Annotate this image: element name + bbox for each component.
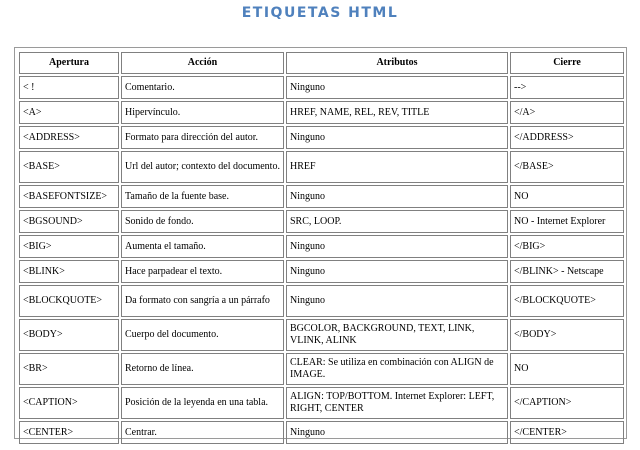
cell-cierre: </BIG> (510, 235, 624, 258)
cell-apertura: <CENTER> (19, 421, 119, 444)
cell-cierre: </ADDRESS> (510, 126, 624, 149)
cell-cierre: NO - Internet Explorer (510, 210, 624, 233)
cell-accion: Tamaño de la fuente base. (121, 185, 284, 208)
cell-atributos: ALIGN: TOP/BOTTOM. Internet Explorer: LE… (286, 387, 508, 419)
cell-cierre: --> (510, 76, 624, 99)
table-row: <CAPTION> Posición de la leyenda en una … (19, 387, 624, 419)
cell-cierre: </A> (510, 101, 624, 124)
cell-apertura: <BLOCKQUOTE> (19, 285, 119, 317)
cell-atributos: Ninguno (286, 235, 508, 258)
header-accion: Acción (121, 52, 284, 74)
page-title: ETIQUETAS HTML (241, 5, 399, 21)
cell-atributos: Ninguno (286, 126, 508, 149)
table-row: <A> Hipervínculo. HREF, NAME, REL, REV, … (19, 101, 624, 124)
cell-atributos: Ninguno (286, 260, 508, 283)
cell-accion: Comentario. (121, 76, 284, 99)
html-tags-table: Apertura Acción Atributos Cierre < ! Com… (17, 50, 626, 446)
table-row: <BIG> Aumenta el tamaño. Ninguno </BIG> (19, 235, 624, 258)
cell-atributos: CLEAR: Se utiliza en combinación con ALI… (286, 353, 508, 385)
table-row: <BASE> Url del autor; contexto del docum… (19, 151, 624, 183)
cell-atributos: BGCOLOR, BACKGROUND, TEXT, LINK, VLINK, … (286, 319, 508, 351)
cell-cierre: </CAPTION> (510, 387, 624, 419)
table-row: <BR> Retorno de línea. CLEAR: Se utiliza… (19, 353, 624, 385)
table-row: <ADDRESS> Formato para dirección del aut… (19, 126, 624, 149)
cell-atributos: Ninguno (286, 76, 508, 99)
cell-cierre: </BASE> (510, 151, 624, 183)
cell-cierre: </BLINK> - Netscape (510, 260, 624, 283)
cell-apertura: <BGSOUND> (19, 210, 119, 233)
cell-accion: Posición de la leyenda en una tabla. (121, 387, 284, 419)
cell-accion: Sonido de fondo. (121, 210, 284, 233)
cell-accion: Aumenta el tamaño. (121, 235, 284, 258)
cell-atributos: HREF (286, 151, 508, 183)
header-atributos: Atributos (286, 52, 508, 74)
cell-apertura: <BR> (19, 353, 119, 385)
cell-accion: Cuerpo del documento. (121, 319, 284, 351)
cell-accion: Centrar. (121, 421, 284, 444)
header-apertura: Apertura (19, 52, 119, 74)
cell-accion: Url del autor; contexto del documento. (121, 151, 284, 183)
cell-apertura: <CAPTION> (19, 387, 119, 419)
cell-accion: Formato para dirección del autor. (121, 126, 284, 149)
table-row: <BLINK> Hace parpadear el texto. Ninguno… (19, 260, 624, 283)
cell-apertura: <BIG> (19, 235, 119, 258)
table-row: <BGSOUND> Sonido de fondo. SRC, LOOP. NO… (19, 210, 624, 233)
cell-atributos: HREF, NAME, REL, REV, TITLE (286, 101, 508, 124)
table-row: <BODY> Cuerpo del documento. BGCOLOR, BA… (19, 319, 624, 351)
table-header-row: Apertura Acción Atributos Cierre (19, 52, 624, 74)
cell-cierre: NO (510, 353, 624, 385)
cell-atributos: Ninguno (286, 285, 508, 317)
cell-accion: Hipervínculo. (121, 101, 284, 124)
cell-apertura: < ! (19, 76, 119, 99)
cell-atributos: Ninguno (286, 185, 508, 208)
cell-apertura: <BASE> (19, 151, 119, 183)
cell-apertura: <BASEFONTSIZE> (19, 185, 119, 208)
cell-atributos: SRC, LOOP. (286, 210, 508, 233)
cell-cierre: </BLOCKQUOTE> (510, 285, 624, 317)
table-row: <BLOCKQUOTE> Da formato con sangría a un… (19, 285, 624, 317)
cell-apertura: <BLINK> (19, 260, 119, 283)
cell-apertura: <ADDRESS> (19, 126, 119, 149)
cell-accion: Hace parpadear el texto. (121, 260, 284, 283)
cell-apertura: <BODY> (19, 319, 119, 351)
table-row: <CENTER> Centrar. Ninguno </CENTER> (19, 421, 624, 444)
table-row: <BASEFONTSIZE> Tamaño de la fuente base.… (19, 185, 624, 208)
header-cierre: Cierre (510, 52, 624, 74)
cell-cierre: NO (510, 185, 624, 208)
cell-accion: Retorno de línea. (121, 353, 284, 385)
cell-cierre: </BODY> (510, 319, 624, 351)
cell-accion: Da formato con sangría a un párrafo (121, 285, 284, 317)
cell-apertura: <A> (19, 101, 119, 124)
cell-cierre: </CENTER> (510, 421, 624, 444)
cell-atributos: Ninguno (286, 421, 508, 444)
table-row: < ! Comentario. Ninguno --> (19, 76, 624, 99)
